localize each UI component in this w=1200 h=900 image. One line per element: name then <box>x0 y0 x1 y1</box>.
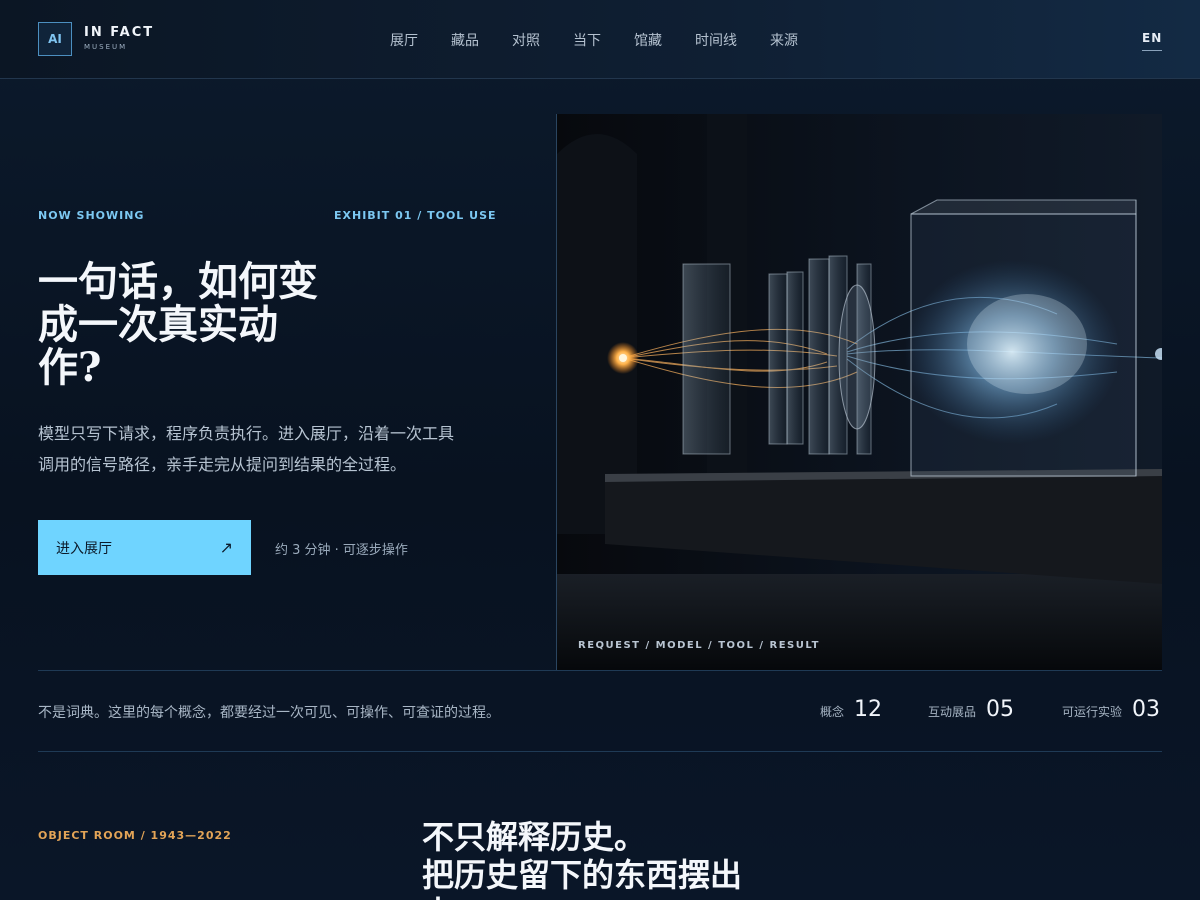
hero-exhibit-image: REQUEST / MODEL / TOOL / RESULT <box>556 114 1162 670</box>
stat-value: 03 <box>1132 697 1161 722</box>
top-nav-bar: AI IN FACT MUSEUM 展厅 藏品 对照 当下 馆藏 时间线 来源 … <box>0 0 1200 79</box>
now-showing-tag: NOW SHOWING <box>38 209 145 222</box>
object-room-tag: OBJECT ROOM / 1943—2022 <box>38 829 232 842</box>
enter-hall-button[interactable]: 进入展厅 ↗ <box>38 520 251 575</box>
nav-item-sources[interactable]: 来源 <box>770 30 798 50</box>
divider <box>38 751 1162 752</box>
stat-label: 互动展品 <box>928 705 977 719</box>
stat-concepts: 概念 12 <box>820 697 882 722</box>
nav-item-compare[interactable]: 对照 <box>512 30 540 50</box>
stat-label: 可运行实验 <box>1062 705 1123 719</box>
exhibit-illustration <box>557 114 1162 670</box>
section-title: 不只解释历史。 把历史留下的东西摆出 来。 <box>422 818 762 900</box>
hero-lede: 模型只写下请求，程序负责执行。进入展厅，沿着一次工具 调用的信号路径，亲手走完从… <box>38 418 498 480</box>
stat-label: 概念 <box>820 705 845 719</box>
nav-item-timeline[interactable]: 时间线 <box>695 30 737 50</box>
stat-interactive-exhibits: 互动展品 05 <box>928 697 1014 722</box>
nav-item-now[interactable]: 当下 <box>573 30 601 50</box>
headline-line: 作? <box>38 344 102 391</box>
nav-item-exhibition-hall[interactable]: 展厅 <box>390 30 418 50</box>
divider <box>38 670 1162 671</box>
logo-mark[interactable]: AI <box>38 22 72 56</box>
headline-line: 一句话，如何变 <box>38 258 318 305</box>
lede-line: 调用的信号路径，亲手走完从提问到结果的全过程。 <box>38 455 407 474</box>
enter-hall-button-label: 进入展厅 <box>56 540 112 557</box>
section-title-line: 不只解释历史。 <box>422 818 647 856</box>
exhibit-tag: EXHIBIT 01 / TOOL USE <box>334 209 497 222</box>
arrow-up-right-icon: ↗ <box>219 538 233 557</box>
language-toggle[interactable]: EN <box>1142 31 1163 51</box>
stats-statement: 不是词典。这里的每个概念，都要经过一次可见、可操作、可查证的过程。 <box>38 705 500 721</box>
main-nav: 展厅 藏品 对照 当下 馆藏 时间线 来源 <box>390 30 831 50</box>
section-title-line: 把历史留下的东西摆出 <box>422 856 743 894</box>
lede-line: 模型只写下请求，程序负责执行。进入展厅，沿着一次工具 <box>38 424 455 443</box>
brand-subtitle: MUSEUM <box>84 43 128 51</box>
duration-note: 约 3 分钟 · 可逐步操作 <box>275 543 408 558</box>
section-title-line: 来。 <box>422 894 762 900</box>
nav-item-collection[interactable]: 藏品 <box>451 30 479 50</box>
brand-name[interactable]: IN FACT <box>84 25 154 40</box>
headline-line: 成一次真实动 <box>38 301 278 348</box>
stat-value: 05 <box>986 697 1015 722</box>
hero-image-caption: REQUEST / MODEL / TOOL / RESULT <box>578 640 820 651</box>
stat-runnable-experiments: 可运行实验 03 <box>1062 697 1160 722</box>
nav-item-holdings[interactable]: 馆藏 <box>634 30 662 50</box>
hero-headline: 一句话，如何变 成一次真实动 作? <box>38 260 338 389</box>
stat-value: 12 <box>854 697 883 722</box>
